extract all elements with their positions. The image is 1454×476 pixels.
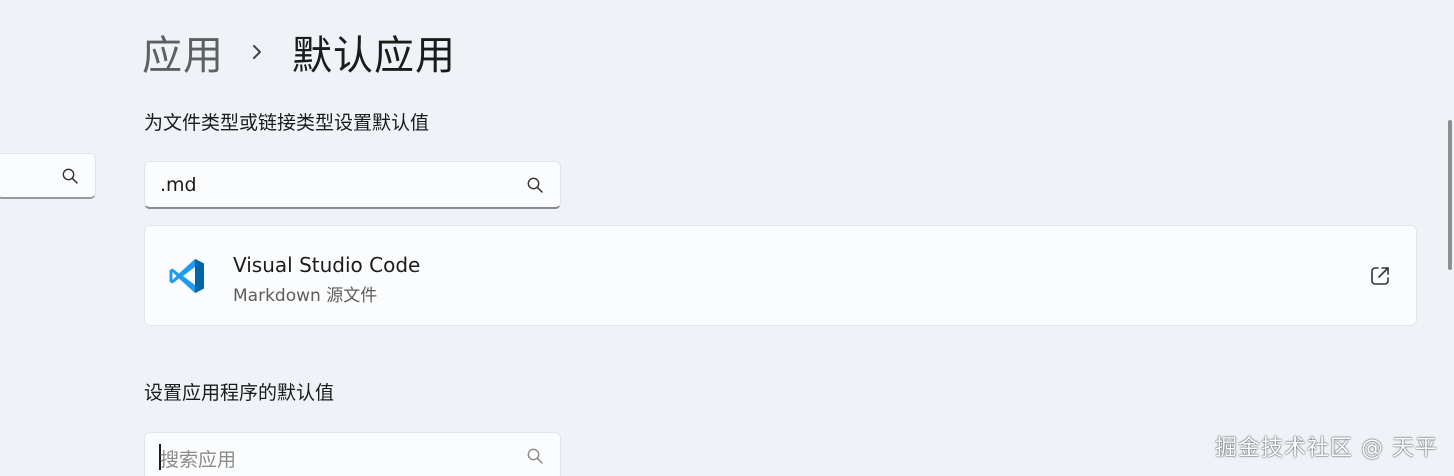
vscode-logo (169, 259, 204, 293)
file-type-search-input[interactable]: .md (144, 161, 561, 209)
breadcrumb-apps-link[interactable]: 应用 (142, 23, 224, 81)
file-type-search-value: .md (160, 174, 197, 196)
default-app-card[interactable]: Visual Studio Code Markdown 源文件 (144, 225, 1417, 326)
open-external-icon[interactable] (1368, 264, 1392, 288)
chevron-right-icon (253, 45, 261, 59)
search-icon (62, 168, 78, 184)
breadcrumb: 应用 默认应用 (142, 24, 456, 80)
app-name: Visual Studio Code (233, 253, 421, 277)
app-description: Markdown 源文件 (233, 286, 378, 306)
watermark: 掘金技术社区 @ 天平 (1215, 436, 1438, 461)
app-search-placeholder: 搜索应用 (160, 449, 237, 471)
search-icon[interactable] (526, 176, 544, 194)
default-apps-page: 应用 默认应用 为文件类型或链接类型设置默认值 .md Visual Studi… (0, 0, 1454, 476)
search-icon[interactable] (526, 447, 544, 465)
file-type-section-title: 为文件类型或链接类型设置默认值 (144, 112, 430, 134)
page-title: 默认应用 (292, 33, 456, 79)
apps-section-title: 设置应用程序的默认值 (144, 382, 335, 404)
sidebar-search-input[interactable] (0, 153, 96, 199)
page-scrollbar[interactable] (1448, 120, 1452, 270)
app-search-input[interactable]: 搜索应用 (144, 432, 561, 476)
